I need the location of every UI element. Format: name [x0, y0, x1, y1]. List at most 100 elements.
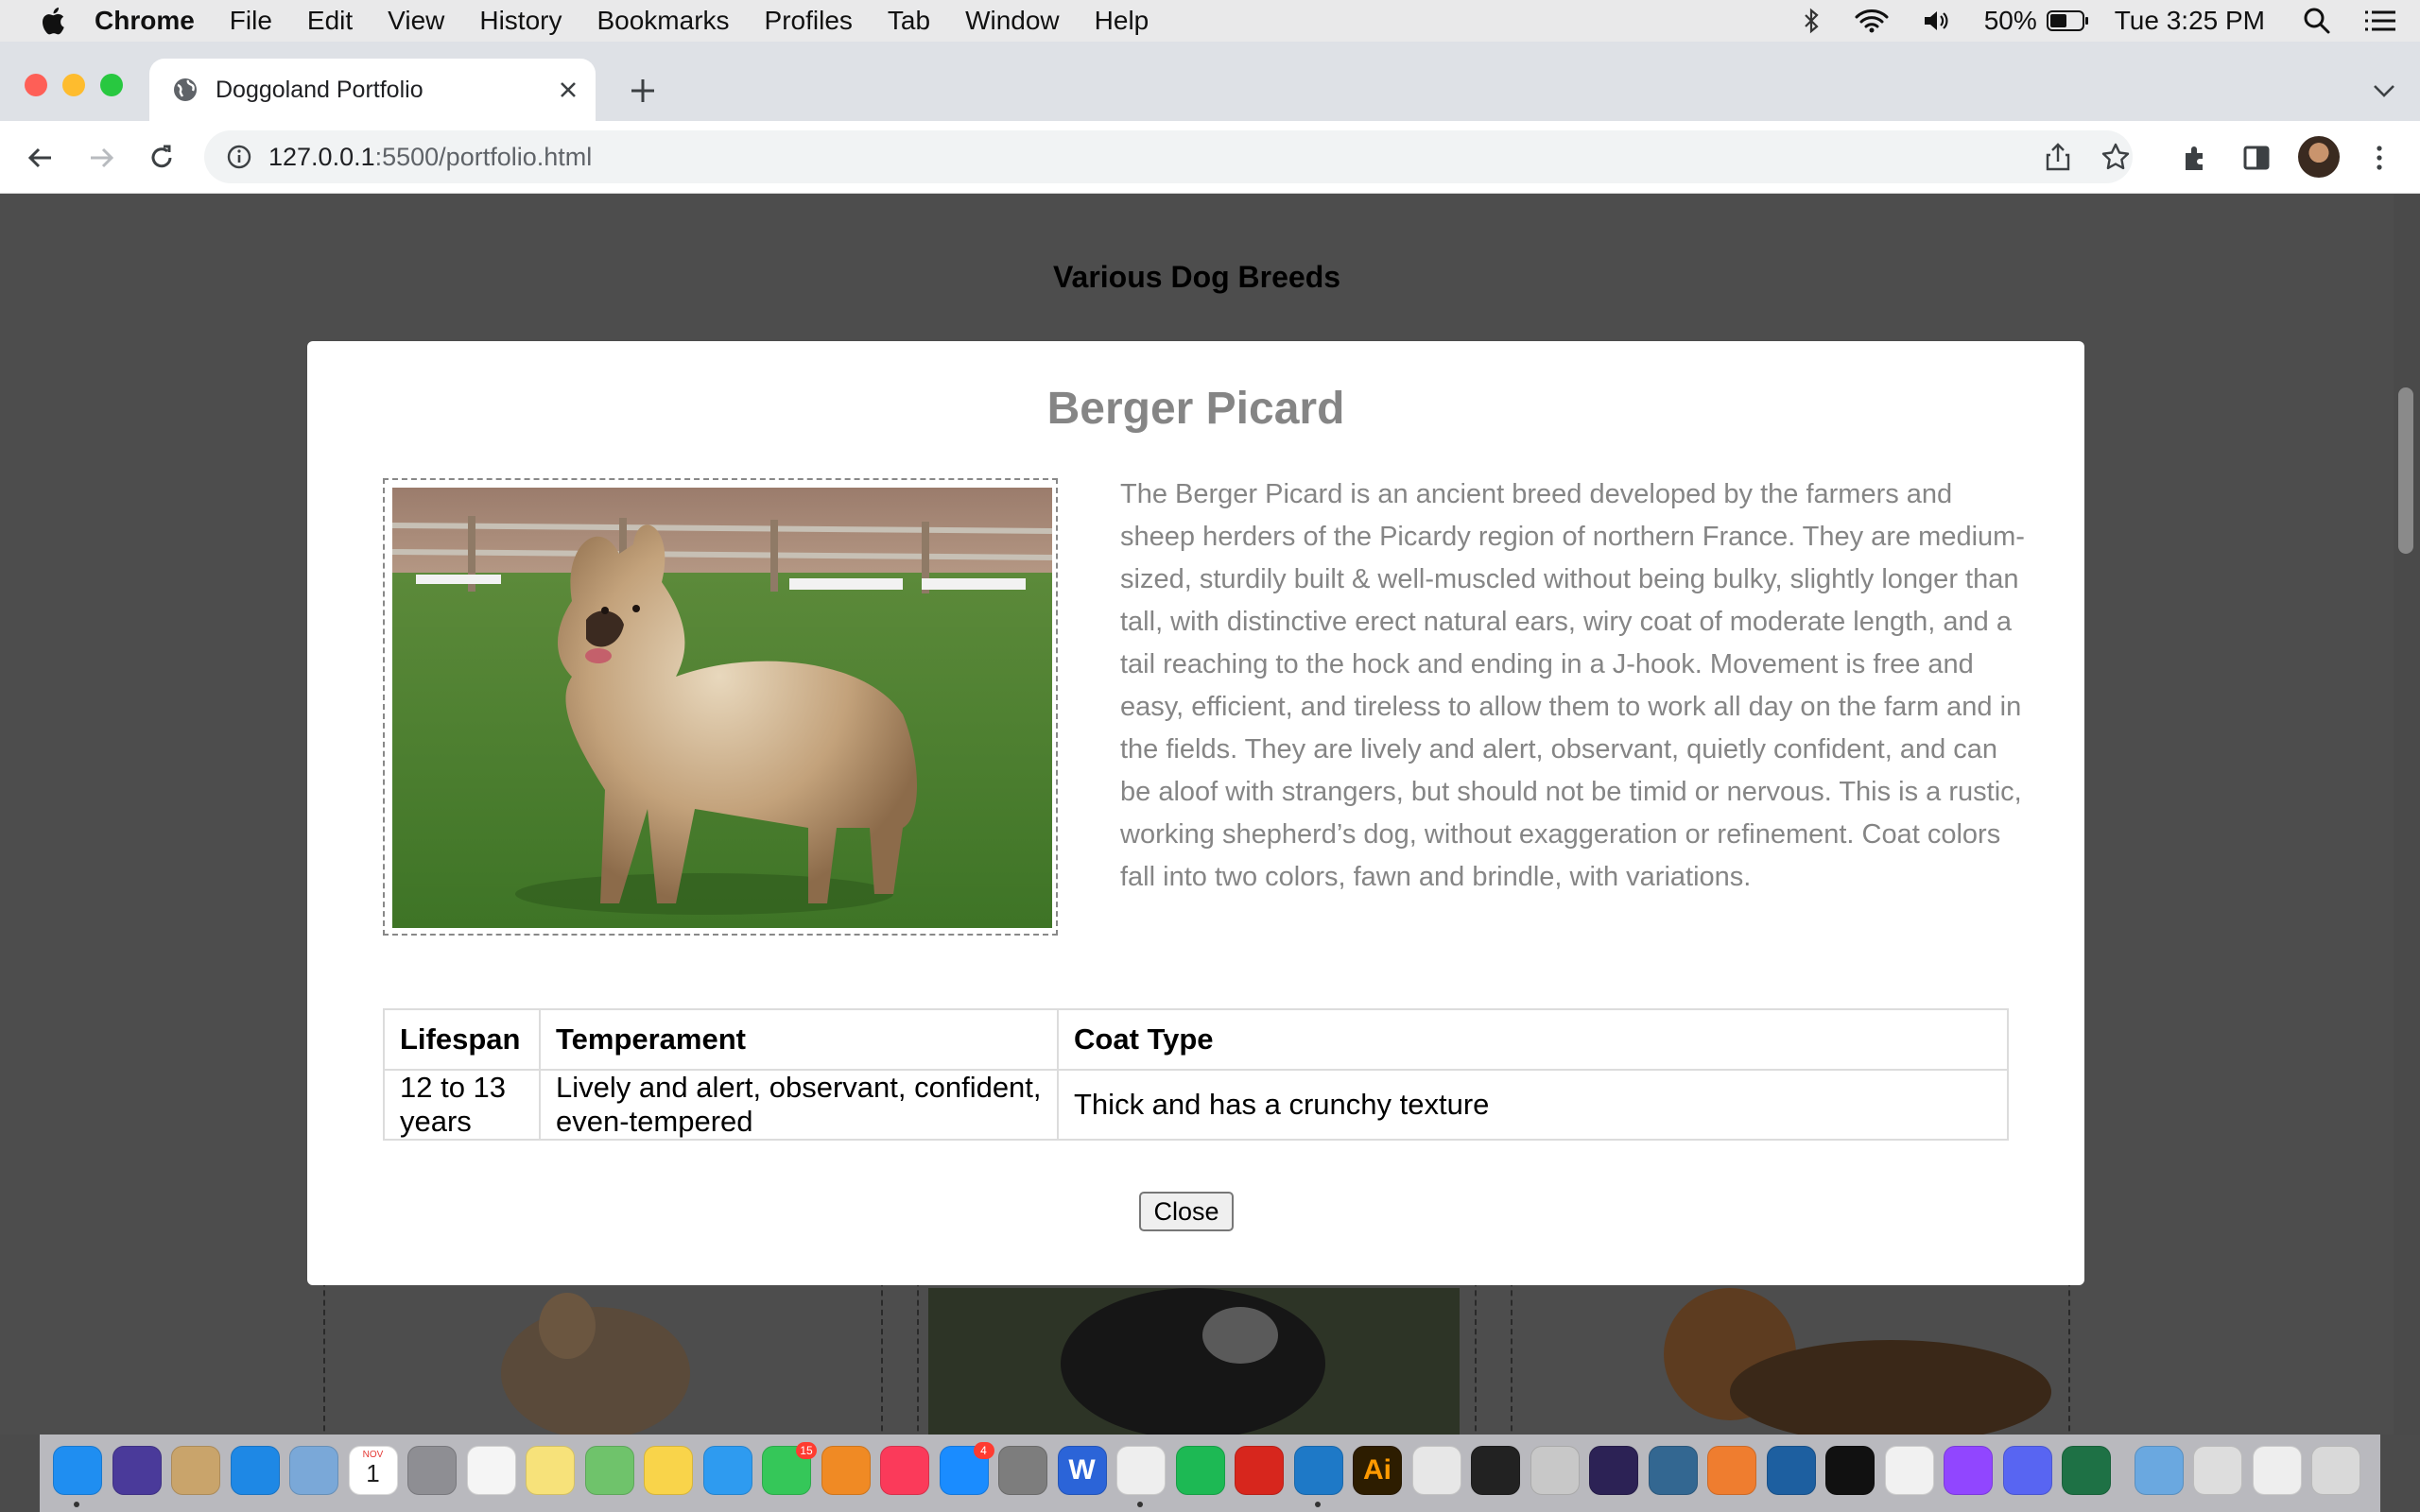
discord-icon[interactable] — [2002, 1446, 2052, 1495]
macos-menubar: Chrome File Edit View History Bookmarks … — [0, 0, 2420, 42]
bookmark-star-icon[interactable] — [2100, 142, 2131, 172]
illustrator-icon[interactable]: Ai — [1353, 1446, 1402, 1495]
menubar-status-area: 50% Tue 3:25 PM — [1801, 0, 2420, 42]
cell-temperament: Lively and alert, observant, confident, … — [539, 1069, 1059, 1141]
profile-avatar[interactable] — [2298, 136, 2340, 178]
books-icon[interactable] — [821, 1446, 871, 1495]
acrobat-icon[interactable] — [1235, 1446, 1284, 1495]
side-panel-icon[interactable] — [2240, 142, 2273, 174]
battery-percent: 50% — [1983, 6, 2037, 35]
tab-title: Doggoland Portfolio — [216, 76, 424, 103]
system-preferences-icon[interactable] — [998, 1446, 1047, 1495]
scrollbar-track[interactable] — [2394, 194, 2420, 1435]
menu-window[interactable]: Window — [965, 6, 1060, 36]
launchpad-icon[interactable] — [407, 1446, 457, 1495]
berger-picard-photo — [392, 488, 1052, 928]
table-header-coat-type: Coat Type — [1057, 1008, 2009, 1071]
apple-logo-icon[interactable] — [38, 5, 66, 37]
folder-icon[interactable] — [2134, 1446, 2184, 1495]
messages-icon[interactable] — [702, 1446, 752, 1495]
settings-icon[interactable] — [1530, 1446, 1580, 1495]
terminal-icon[interactable] — [1471, 1446, 1520, 1495]
menu-app-name[interactable]: Chrome — [95, 6, 195, 36]
modal-title: Berger Picard — [1046, 384, 1345, 434]
screenshot-icon[interactable] — [2193, 1446, 2242, 1495]
new-tab-icon[interactable] — [628, 76, 658, 106]
globe-icon — [174, 78, 197, 101]
extensions-puzzle-icon[interactable] — [2180, 142, 2212, 174]
notefile-icon[interactable] — [171, 1446, 220, 1495]
breed-card-image[interactable] — [928, 1288, 1460, 1435]
menu-profiles[interactable]: Profiles — [765, 6, 853, 36]
table-header-row: Lifespan Temperament Coat Type — [383, 1008, 2009, 1071]
menu-view[interactable]: View — [388, 6, 444, 36]
intellij-icon[interactable] — [1825, 1446, 1875, 1495]
menu-help[interactable]: Help — [1095, 6, 1150, 36]
word-icon[interactable]: W — [1057, 1446, 1107, 1495]
breed-card-image[interactable] — [454, 1288, 737, 1435]
breed-card-image[interactable] — [1616, 1288, 2051, 1435]
finder-icon[interactable] — [53, 1446, 102, 1495]
safari-icon[interactable] — [230, 1446, 280, 1495]
chrome-icon[interactable] — [1116, 1446, 1166, 1495]
window-close-button[interactable] — [25, 74, 47, 96]
tableplus-icon[interactable] — [1884, 1446, 1934, 1495]
volume-icon[interactable] — [1922, 8, 1952, 34]
window-minimize-button[interactable] — [62, 74, 85, 96]
mysql-workbench-icon[interactable] — [1766, 1446, 1816, 1495]
preview-icon[interactable] — [289, 1446, 338, 1495]
twitch-icon[interactable] — [1944, 1446, 1993, 1495]
breed-detail-modal: Berger Picard The Berger Picard is an an… — [307, 341, 2084, 1285]
spotlight-search-icon[interactable] — [2303, 7, 2331, 35]
trash-icon[interactable] — [2311, 1446, 2360, 1495]
siri-icon[interactable] — [112, 1446, 162, 1495]
window-icon[interactable] — [2252, 1446, 2302, 1495]
excel-icon[interactable] — [2062, 1446, 2111, 1495]
postgres-icon[interactable] — [1648, 1446, 1698, 1495]
menu-history[interactable]: History — [479, 6, 562, 36]
site-info-icon[interactable] — [225, 143, 253, 171]
breed-info-table: Lifespan Temperament Coat Type 12 to 13 … — [383, 1008, 2009, 1141]
dog-photo-thumbnail — [501, 1293, 690, 1435]
bluetooth-icon[interactable] — [1801, 8, 1822, 34]
menu-tab[interactable]: Tab — [888, 6, 930, 36]
cell-lifespan: 12 to 13 years — [383, 1069, 541, 1141]
reminders-icon[interactable] — [466, 1446, 516, 1495]
tab-close-icon[interactable] — [554, 76, 582, 104]
wifi-icon[interactable] — [1854, 8, 1890, 34]
photos-icon[interactable] — [644, 1446, 693, 1495]
back-arrow-icon[interactable] — [25, 142, 57, 174]
control-center-icon[interactable] — [2363, 9, 2397, 33]
spotify-icon[interactable] — [1175, 1446, 1225, 1495]
window-zoom-button[interactable] — [100, 74, 123, 96]
address-bar[interactable]: 127.0.0.1:5500/portfolio.html — [204, 130, 2133, 183]
table-row: 12 to 13 years Lively and alert, observa… — [383, 1069, 2009, 1141]
share-icon[interactable] — [2044, 142, 2072, 172]
dock-running-indicator — [1137, 1502, 1143, 1507]
sketch-icon[interactable] — [1707, 1446, 1756, 1495]
modal-close-button[interactable]: Close — [1139, 1192, 1234, 1231]
maps-icon[interactable] — [584, 1446, 634, 1495]
forward-arrow-icon[interactable] — [85, 142, 117, 174]
vscode-icon[interactable] — [1293, 1446, 1343, 1495]
breed-photo — [392, 488, 1052, 928]
url-path: :5500/portfolio.html — [374, 143, 593, 171]
calendar-icon[interactable]: NOV 1 — [348, 1446, 398, 1495]
menu-edit[interactable]: Edit — [307, 6, 353, 36]
menubar-clock[interactable]: Tue 3:25 PM — [2115, 6, 2265, 36]
reload-icon[interactable] — [146, 142, 178, 174]
textedit-icon[interactable] — [1411, 1446, 1461, 1495]
tab-search-chevron-icon[interactable] — [2371, 79, 2397, 102]
word-icon-glyph: W — [1068, 1454, 1096, 1486]
menu-bookmarks[interactable]: Bookmarks — [596, 6, 729, 36]
eclipse-icon[interactable] — [1589, 1446, 1638, 1495]
browser-tab-active[interactable]: Doggoland Portfolio — [149, 59, 596, 121]
battery-group[interactable]: 50% — [1984, 6, 2090, 36]
url-host: 127.0.0.1 — [268, 143, 375, 171]
menu-file[interactable]: File — [230, 6, 272, 36]
notes-icon[interactable] — [526, 1446, 575, 1495]
scrollbar-thumb[interactable] — [2398, 387, 2413, 554]
music-icon[interactable] — [880, 1446, 929, 1495]
appstore-badge: 4 — [973, 1442, 994, 1459]
chrome-menu-icon[interactable] — [2363, 142, 2395, 174]
